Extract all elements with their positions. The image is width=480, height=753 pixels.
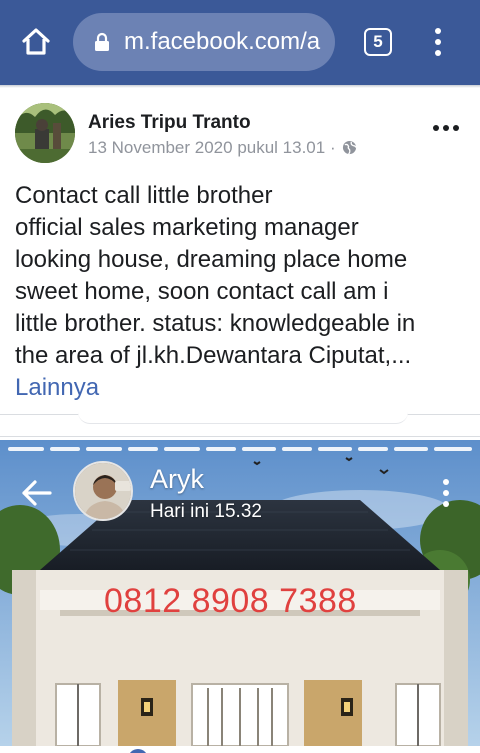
post-text-line: official sales marketing manager <box>15 214 359 241</box>
author-avatar[interactable] <box>15 103 75 163</box>
address-bar[interactable]: m.facebook.com/a <box>73 13 335 71</box>
status-avatar <box>73 461 133 521</box>
status-progress-bar <box>128 447 158 451</box>
status-progress-bar <box>50 447 80 451</box>
post-text-line: little brother. status: knowledgeable in <box>15 310 416 337</box>
back-arrow-icon <box>20 478 54 508</box>
phone-number-text: 0812 8908 7388 <box>104 582 357 620</box>
status-menu-icon <box>440 478 452 508</box>
lock-icon <box>94 32 110 52</box>
home-icon[interactable] <box>20 26 52 58</box>
status-progress-bar <box>86 447 122 451</box>
browser-menu-icon[interactable] <box>428 27 448 57</box>
status-progress-bar <box>358 447 388 451</box>
author-name[interactable]: Aries Tripu Tranto <box>88 111 251 135</box>
card-edge <box>78 412 408 424</box>
post-text-line: the area of jl.kh.Dewantara Ciputat,... <box>15 342 412 369</box>
post-text-line: Contact call little brother <box>15 182 273 209</box>
reaction-bar-edge <box>0 746 480 753</box>
post-text: Contact call little brother official sal… <box>15 180 473 404</box>
post-timestamp[interactable]: 13 November 2020 pukul 13.01 <box>88 138 325 157</box>
status-progress-bar <box>434 447 472 451</box>
post-options-icon[interactable] <box>433 122 461 134</box>
divider <box>0 436 480 437</box>
status-time: Hari ini 15.32 <box>150 501 262 522</box>
status-progress-bar <box>394 447 428 451</box>
status-progress-bar <box>8 447 44 451</box>
status-progress-bar <box>318 447 352 451</box>
toolbar-shadow <box>0 85 480 88</box>
status-progress-bar <box>206 447 236 451</box>
status-contact-name: Aryk <box>150 464 204 494</box>
tab-switcher-button[interactable]: 5 <box>364 28 392 56</box>
post-text-line: looking house, dreaming place home <box>15 246 408 273</box>
url-text: m.facebook.com/a <box>124 28 321 55</box>
status-progress-bar <box>164 447 200 451</box>
meta-separator: · <box>329 138 336 157</box>
globe-icon <box>342 139 358 155</box>
status-progress-bar <box>282 447 312 451</box>
browser-toolbar: m.facebook.com/a 5 <box>0 0 480 85</box>
post-meta: 13 November 2020 pukul 13.01 · <box>88 137 358 159</box>
status-progress-bar <box>242 447 276 451</box>
post-text-line: sweet home, soon contact call am i <box>15 278 389 305</box>
see-more-link[interactable]: Lainnya <box>15 372 473 404</box>
